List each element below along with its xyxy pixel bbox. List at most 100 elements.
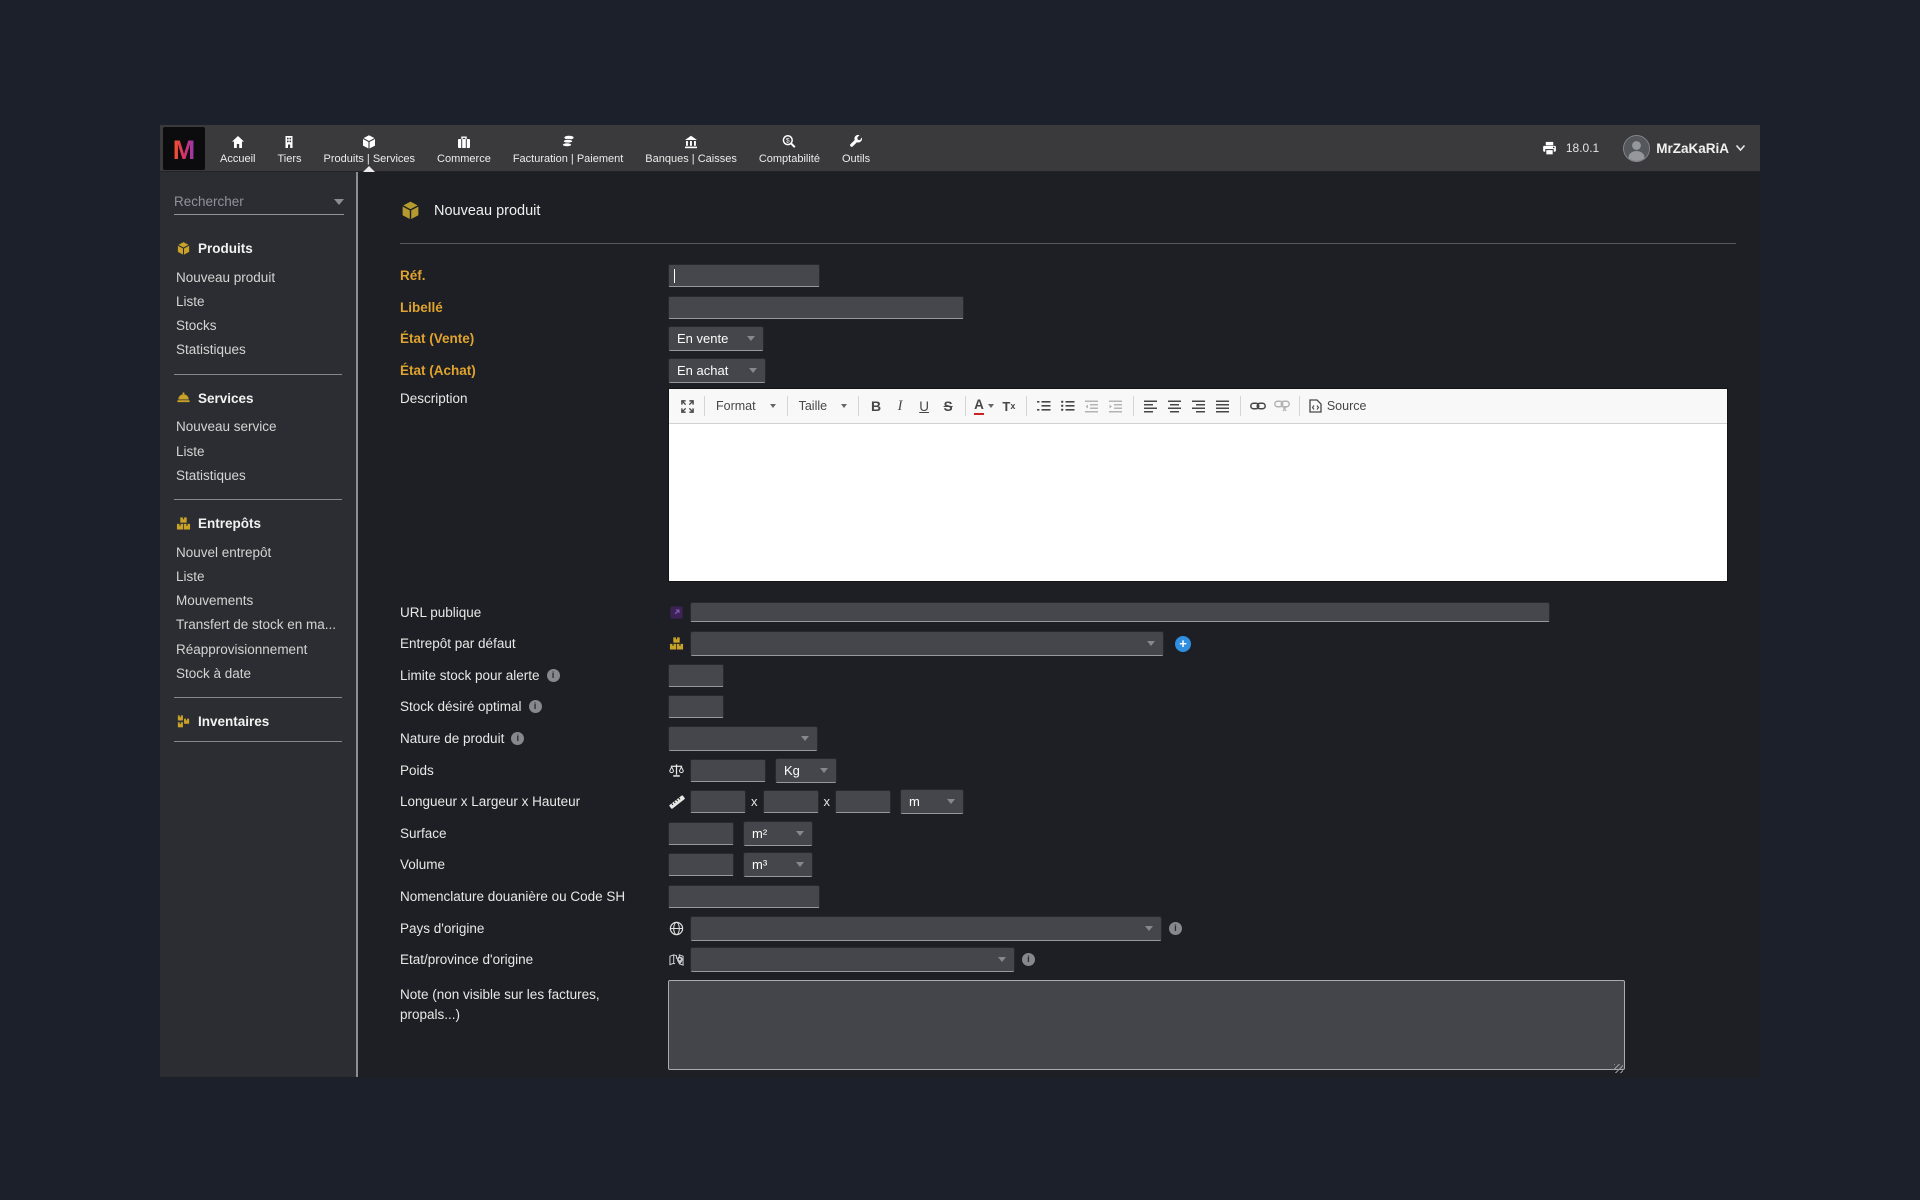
sidebar-item-nouvel-entrepot[interactable]: Nouvel entrepôt (174, 540, 344, 564)
editor-content-area[interactable] (669, 424, 1727, 582)
sidebar-item-liste-entrepots[interactable]: Liste (174, 565, 344, 589)
nav-item-comptabilite[interactable]: $ Comptabilité (748, 125, 831, 171)
form-row-nature: Nature de produit i (400, 723, 1736, 755)
volume-input[interactable] (668, 853, 734, 877)
increase-indent-icon[interactable] (1104, 394, 1128, 418)
maximize-icon[interactable] (675, 394, 699, 418)
entrepot-select[interactable] (690, 631, 1164, 657)
libelle-input[interactable] (668, 295, 964, 319)
main-menu: Accueil Tiers Produits | Services Commer… (209, 125, 881, 172)
format-dropdown[interactable]: Format (710, 399, 782, 413)
align-left-icon[interactable] (1139, 394, 1163, 418)
add-entrepot-button[interactable]: + (1175, 635, 1191, 652)
sidebar-item-statistiques-produits[interactable]: Statistiques (174, 338, 344, 362)
poids-unit-select[interactable]: Kg (775, 757, 837, 783)
sidebar-item-nouveau-produit[interactable]: Nouveau produit (174, 265, 344, 289)
sidebar-section-services[interactable]: Services (176, 391, 344, 406)
nav-item-produits-services[interactable]: Produits | Services (313, 125, 427, 172)
nomenclature-input[interactable] (668, 885, 820, 909)
app-logo[interactable]: M (163, 127, 205, 170)
province-origine-select[interactable] (690, 947, 1015, 973)
sidebar-item-nouveau-service[interactable]: Nouveau service (174, 415, 344, 439)
decrease-indent-icon[interactable] (1080, 394, 1104, 418)
field-label: Note (non visible sur les factures, prop… (400, 986, 600, 1023)
volume-unit-select[interactable]: m³ (743, 852, 813, 878)
italic-button[interactable]: I (888, 394, 912, 418)
form-row-dimensions: Longueur x Largeur x Hauteur x x m (400, 786, 1736, 818)
sidebar-item-statistiques-services[interactable]: Statistiques (174, 463, 344, 487)
longueur-input[interactable] (690, 790, 746, 814)
select-caret-icon (747, 336, 755, 342)
sidebar-section-entrepots[interactable]: Entrepôts (176, 516, 344, 531)
nav-item-accueil[interactable]: Accueil (209, 125, 266, 171)
sidebar-item-reapprovisionnement[interactable]: Réapprovisionnement (174, 637, 344, 661)
sidebar-item-transfert-stock[interactable]: Transfert de stock en ma... (174, 613, 344, 637)
link-icon[interactable] (1246, 394, 1270, 418)
nav-label: Comptabilité (758, 153, 820, 165)
note-textarea[interactable] (668, 979, 1625, 1070)
toolbar-separator (1239, 396, 1241, 417)
sidebar-search[interactable] (174, 194, 344, 215)
ref-input[interactable] (668, 264, 820, 288)
sidebar-item-stocks[interactable]: Stocks (174, 313, 344, 337)
remove-format-button[interactable]: Tx (997, 394, 1021, 418)
source-button[interactable]: Source (1305, 399, 1371, 413)
numbered-list-icon[interactable] (1032, 394, 1056, 418)
nav-item-commerce[interactable]: Commerce (426, 125, 502, 171)
sidebar-section-produits[interactable]: Produits (176, 241, 344, 256)
surface-input[interactable] (668, 821, 734, 845)
nav-item-facturation[interactable]: Facturation | Paiement (502, 125, 634, 171)
etat-vente-select[interactable]: En vente (668, 326, 764, 352)
align-justify-icon[interactable] (1211, 394, 1235, 418)
field-label: Limite stock pour alerte i (400, 668, 668, 683)
form-row-description: Description Format Taille B I U S A T x … (400, 386, 1736, 583)
sidebar-section-inventaires[interactable]: Inventaires (176, 714, 344, 729)
etat-achat-select[interactable]: En achat (668, 358, 766, 384)
boxes-icon (176, 517, 191, 530)
left-sidebar: Produits Nouveau produit Liste Stocks St… (160, 172, 358, 1077)
taille-dropdown[interactable]: Taille (793, 399, 854, 413)
form-row-ref: Réf. (400, 260, 1736, 292)
surface-unit-select[interactable]: m² (743, 820, 813, 846)
nav-item-banques[interactable]: Banques | Caisses (634, 125, 748, 171)
limite-stock-input[interactable] (668, 663, 724, 687)
unlink-icon[interactable] (1270, 394, 1294, 418)
bold-button[interactable]: B (864, 394, 888, 418)
sidebar-item-stock-a-date[interactable]: Stock à date (174, 661, 344, 685)
stock-desire-input[interactable] (668, 695, 724, 719)
toolbar-separator (704, 396, 705, 417)
dropdown-caret-icon (769, 404, 776, 409)
sidebar-item-mouvements[interactable]: Mouvements (174, 589, 344, 613)
wrench-icon (848, 133, 864, 151)
sidebar-item-liste-produits[interactable]: Liste (174, 289, 344, 313)
align-center-icon[interactable] (1163, 394, 1187, 418)
nav-item-tiers[interactable]: Tiers (266, 125, 312, 171)
bullet-list-icon[interactable] (1056, 394, 1080, 418)
sidebar-divider (174, 741, 342, 743)
info-icon: i (1022, 953, 1035, 967)
search-dropdown-caret-icon[interactable] (334, 198, 344, 205)
nav-item-outils[interactable]: Outils (831, 125, 881, 171)
poids-input[interactable] (690, 758, 766, 782)
dimension-unit-select[interactable]: m (900, 789, 964, 815)
sidebar-item-liste-services[interactable]: Liste (174, 439, 344, 463)
print-icon[interactable] (1541, 140, 1558, 157)
form-row-pays: Pays d'origine i (400, 912, 1736, 944)
selected-value: m³ (752, 857, 768, 873)
text-color-button[interactable]: A (971, 394, 997, 418)
largeur-input[interactable] (762, 790, 819, 814)
nature-produit-select[interactable] (668, 726, 818, 752)
user-menu[interactable]: MrZaKaRiA (1623, 134, 1746, 162)
dimension-separator: x (823, 794, 831, 810)
svg-text:M: M (173, 135, 196, 165)
strikethrough-button[interactable]: S (936, 394, 960, 418)
search-input[interactable] (174, 194, 324, 209)
field-label: Réf. (400, 268, 426, 284)
pays-origine-select[interactable] (690, 915, 1162, 941)
hauteur-input[interactable] (835, 790, 891, 814)
align-right-icon[interactable] (1187, 394, 1211, 418)
underline-button[interactable]: U (912, 394, 936, 418)
url-publique-input[interactable] (690, 602, 1550, 623)
field-label: Nature de produit i (400, 731, 668, 746)
sidebar-divider (174, 373, 342, 375)
